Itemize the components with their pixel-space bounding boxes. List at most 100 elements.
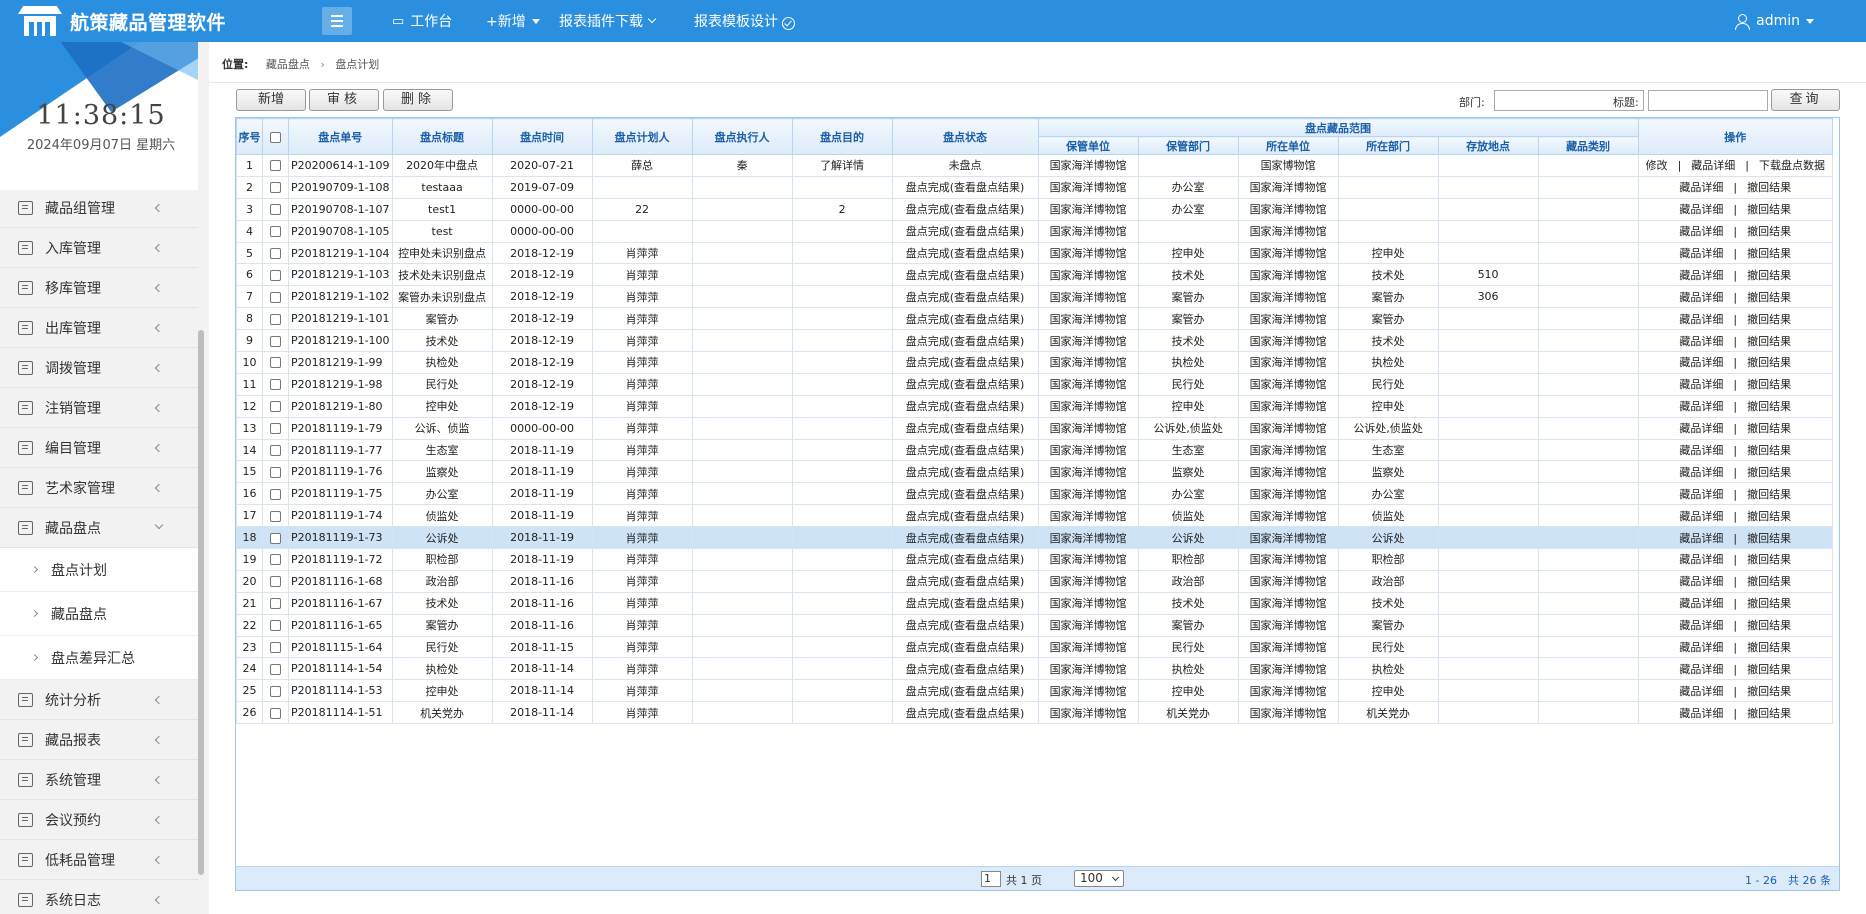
table-row[interactable]: 25 P20181114-1-53 控申处 2018-11-14 肖萍萍 盘点完成(查看盘…: [236, 679, 1834, 703]
op-link[interactable]: 藏品详细: [1679, 663, 1723, 676]
op-link[interactable]: 修改: [1646, 159, 1668, 172]
sidebar-scrollbar-thumb[interactable]: [198, 330, 204, 875]
sidebar-item[interactable]: 会议预约: [0, 800, 198, 840]
table-row[interactable]: 5 P20181219-1-104 控申处未识别盘点 2018-12-19 肖萍萍 盘点完…: [236, 241, 1834, 265]
cell-status[interactable]: 盘点完成(查看盘点结果): [891, 701, 1039, 725]
table-row[interactable]: 2 P20190709-1-108 testaaa 2019-07-09 盘点完成(查看…: [236, 175, 1834, 199]
col-header-location[interactable]: 存放地点: [1437, 136, 1539, 155]
cell-status[interactable]: 盘点完成(查看盘点结果): [891, 219, 1039, 243]
cell-status[interactable]: 盘点完成(查看盘点结果): [891, 285, 1039, 309]
sidebar-item[interactable]: 调拨管理: [0, 348, 198, 388]
query-button[interactable]: 查询: [1771, 89, 1840, 111]
cell-status[interactable]: 盘点完成(查看盘点结果): [891, 372, 1039, 396]
sidebar-item[interactable]: 藏品报表: [0, 720, 198, 760]
op-link[interactable]: 藏品详细: [1679, 619, 1723, 632]
table-row[interactable]: 16 P20181119-1-75 办公室 2018-11-19 肖萍萍 盘点完成(查看盘…: [236, 482, 1834, 506]
row-checkbox[interactable]: [262, 154, 289, 177]
cell-status[interactable]: 盘点完成(查看盘点结果): [891, 394, 1039, 418]
op-link[interactable]: 撤回结果: [1747, 619, 1791, 632]
title-input[interactable]: [1648, 90, 1768, 111]
row-checkbox[interactable]: [262, 372, 289, 396]
table-row[interactable]: 12 P20181219-1-80 控申处 2018-12-19 肖萍萍 盘点完成(查看盘…: [236, 394, 1834, 418]
table-row[interactable]: 21 P20181116-1-67 技术处 2018-11-16 肖萍萍 盘点完成(查看盘…: [236, 591, 1834, 615]
row-checkbox[interactable]: [262, 307, 289, 331]
row-checkbox[interactable]: [262, 569, 289, 593]
cell-status[interactable]: 盘点完成(查看盘点结果): [891, 438, 1039, 462]
sidebar-item[interactable]: 统计分析: [0, 680, 198, 720]
row-checkbox[interactable]: [262, 591, 289, 615]
col-header-purpose[interactable]: 盘点目的: [791, 118, 893, 155]
op-link[interactable]: 撤回结果: [1747, 663, 1791, 676]
op-link[interactable]: 撤回结果: [1747, 400, 1791, 413]
op-link[interactable]: 藏品详细: [1679, 597, 1723, 610]
col-header-unit[interactable]: 所在单位: [1237, 136, 1339, 155]
table-row[interactable]: 1 P20200614-1-109 2020年中盘点 2020-07-21 薛总秦了解详…: [236, 154, 1834, 177]
op-link[interactable]: 藏品详细: [1679, 707, 1723, 720]
op-link[interactable]: 撤回结果: [1747, 553, 1791, 566]
col-header-planner[interactable]: 盘点计划人: [591, 118, 693, 155]
select-all-checkbox[interactable]: [262, 118, 289, 155]
cell-status[interactable]: 盘点完成(查看盘点结果): [891, 635, 1039, 659]
col-header-title[interactable]: 盘点标题: [391, 118, 493, 155]
col-header-status[interactable]: 盘点状态: [891, 118, 1039, 155]
cell-status[interactable]: 盘点完成(查看盘点结果): [891, 657, 1039, 681]
op-link[interactable]: 撤回结果: [1747, 313, 1791, 326]
sidebar-item[interactable]: 出库管理: [0, 308, 198, 348]
cell-status[interactable]: 盘点完成(查看盘点结果): [891, 241, 1039, 265]
op-link[interactable]: 撤回结果: [1747, 641, 1791, 654]
cell-status[interactable]: 盘点完成(查看盘点结果): [891, 175, 1039, 199]
op-link[interactable]: 撤回结果: [1747, 356, 1791, 369]
row-checkbox[interactable]: [262, 482, 289, 506]
table-row[interactable]: 8 P20181219-1-101 案管办 2018-12-19 肖萍萍 盘点完成(查看盘…: [236, 307, 1834, 331]
table-row[interactable]: 4 P20190708-1-105 test 0000-00-00 盘点完成(查看盘点结…: [236, 219, 1834, 243]
op-link[interactable]: 藏品详细: [1679, 225, 1723, 238]
row-checkbox[interactable]: [262, 197, 289, 221]
op-link[interactable]: 撤回结果: [1747, 335, 1791, 348]
sidebar-item[interactable]: 系统管理: [0, 760, 198, 800]
op-link[interactable]: 撤回结果: [1747, 422, 1791, 435]
op-link[interactable]: 撤回结果: [1747, 378, 1791, 391]
table-row[interactable]: 7 P20181219-1-102 案管办未识别盘点 2018-12-19 肖萍萍 盘点完…: [236, 285, 1834, 309]
table-row[interactable]: 15 P20181119-1-76 监察处 2018-11-19 肖萍萍 盘点完成(查看盘…: [236, 460, 1834, 484]
row-checkbox[interactable]: [262, 329, 289, 353]
table-row[interactable]: 22 P20181116-1-65 案管办 2018-11-16 肖萍萍 盘点完成(查看盘…: [236, 613, 1834, 637]
sidebar-item[interactable]: 低耗品管理: [0, 840, 198, 880]
table-row[interactable]: 13 P20181119-1-79 公诉、侦监 0000-00-00 肖萍萍 盘点完成(查…: [236, 416, 1834, 440]
row-checkbox[interactable]: [262, 613, 289, 637]
cell-status[interactable]: 盘点完成(查看盘点结果): [891, 460, 1039, 484]
row-checkbox[interactable]: [262, 460, 289, 484]
table-row[interactable]: 17 P20181119-1-74 侦监处 2018-11-19 肖萍萍 盘点完成(查看盘…: [236, 504, 1834, 528]
row-checkbox[interactable]: [262, 504, 289, 528]
op-link[interactable]: 撤回结果: [1747, 247, 1791, 260]
op-link[interactable]: 藏品详细: [1679, 510, 1723, 523]
table-row[interactable]: 18 P20181119-1-73 公诉处 2018-11-19 肖萍萍 盘点完成(查看盘…: [236, 526, 1834, 550]
cell-status[interactable]: 盘点完成(查看盘点结果): [891, 482, 1039, 506]
nav-workbench[interactable]: ▭ 工作台: [392, 0, 452, 42]
cell-status[interactable]: 未盘点: [891, 154, 1039, 177]
cell-status[interactable]: 盘点完成(查看盘点结果): [891, 307, 1039, 331]
col-header-executor[interactable]: 盘点执行人: [691, 118, 793, 155]
op-link[interactable]: 撤回结果: [1747, 707, 1791, 720]
sidebar-item[interactable]: 入库管理: [0, 228, 198, 268]
table-row[interactable]: 20 P20181116-1-68 政治部 2018-11-16 肖萍萍 盘点完成(查看盘…: [236, 569, 1834, 593]
col-header-no[interactable]: 盘点单号: [288, 118, 393, 155]
table-row[interactable]: 14 P20181119-1-77 生态室 2018-11-19 肖萍萍 盘点完成(查看盘…: [236, 438, 1834, 462]
table-row[interactable]: 6 P20181219-1-103 技术处未识别盘点 2018-12-19 肖萍萍 盘点完…: [236, 263, 1834, 287]
sidebar-subitem[interactable]: 藏品盘点: [0, 592, 198, 636]
table-row[interactable]: 9 P20181219-1-100 技术处 2018-12-19 肖萍萍 盘点完成(查看盘…: [236, 329, 1834, 353]
cell-status[interactable]: 盘点完成(查看盘点结果): [891, 351, 1039, 374]
op-link[interactable]: 撤回结果: [1747, 181, 1791, 194]
op-link[interactable]: 撤回结果: [1747, 269, 1791, 282]
breadcrumb-item[interactable]: 藏品盘点: [266, 58, 310, 71]
col-header-keep-unit[interactable]: 保管单位: [1037, 136, 1139, 155]
sidebar-item[interactable]: 藏品盘点: [0, 508, 198, 548]
row-checkbox[interactable]: [262, 548, 289, 571]
row-checkbox[interactable]: [262, 263, 289, 287]
row-checkbox[interactable]: [262, 438, 289, 462]
op-link[interactable]: 藏品详细: [1679, 400, 1723, 413]
op-link[interactable]: 藏品详细: [1679, 247, 1723, 260]
table-row[interactable]: 26 P20181114-1-51 机关党办 2018-11-14 肖萍萍 盘点完成(查看…: [236, 701, 1834, 725]
table-row[interactable]: 23 P20181115-1-64 民行处 2018-11-15 肖萍萍 盘点完成(查看盘…: [236, 635, 1834, 659]
op-link[interactable]: 撤回结果: [1747, 488, 1791, 501]
op-link[interactable]: 藏品详细: [1679, 488, 1723, 501]
